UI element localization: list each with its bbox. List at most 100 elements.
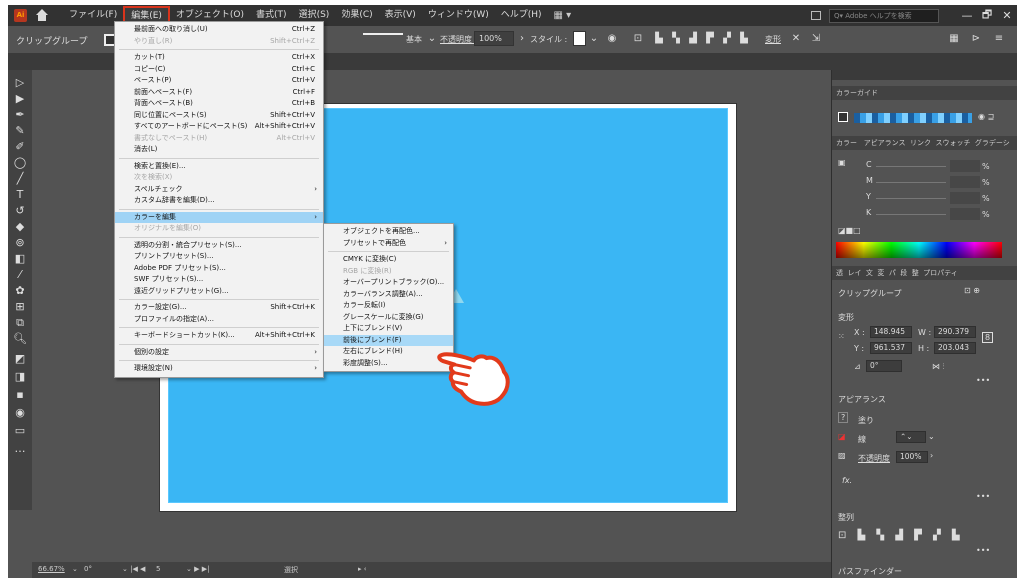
m-field[interactable] <box>950 176 980 188</box>
tab-path[interactable]: パ <box>889 269 896 277</box>
selection-tool-icon[interactable]: ▷ <box>12 76 28 90</box>
stroke-profile-preview[interactable] <box>363 33 403 35</box>
type-tool-icon[interactable]: T <box>12 188 28 202</box>
pen-tool-icon[interactable]: ✒ <box>12 108 28 122</box>
flip-icons[interactable]: ⋈ ⫶ <box>932 362 945 372</box>
stroke-weight-field[interactable]: ⌃⌄ <box>896 431 926 443</box>
tab-character[interactable]: 文 <box>866 269 873 277</box>
swap-fill-stroke-icon[interactable]: ◨ <box>12 370 28 384</box>
edit-menu-item-34[interactable]: 環境設定(N) › <box>115 363 323 375</box>
chevron-down-icon[interactable]: ⌄ <box>928 432 935 441</box>
style-swatch[interactable] <box>573 31 586 46</box>
graph-tool-icon[interactable]: ⊞ <box>12 300 28 314</box>
align-to-icon[interactable]: ⊡ <box>632 33 644 45</box>
stroke-profile-label[interactable]: 基本 <box>406 34 422 45</box>
panel-toggle-icon[interactable]: ⊳ <box>970 33 982 45</box>
tab-transparency[interactable]: 透 <box>836 269 843 277</box>
edit-menu-item-32[interactable]: 個別の設定 › <box>115 347 323 359</box>
chevron-right-icon[interactable]: › <box>930 451 933 460</box>
align-center-icon[interactable]: ▚ <box>670 33 682 45</box>
edit-menu-item-3[interactable]: カット(T) Ctrl+X <box>115 52 323 64</box>
isolate-group-icon[interactable]: ⊡ ⊕ <box>964 286 980 295</box>
color-mode-icon[interactable]: ▪ <box>12 388 28 402</box>
workspace-switcher-icon[interactable]: ▦ ▾ <box>554 10 572 21</box>
tab-paragraph[interactable]: 段 <box>900 269 907 277</box>
zoom-tool-icon[interactable]: 🔍︎ <box>12 332 28 346</box>
artboard-tool-icon[interactable]: ⧉ <box>12 316 28 330</box>
opacity-link[interactable]: 不透明度 <box>858 453 890 464</box>
ellipse-tool-icon[interactable]: ◯ <box>12 156 28 170</box>
align-right-icon[interactable]: ▟ <box>687 33 699 45</box>
k-field[interactable] <box>950 208 980 220</box>
c-slider[interactable] <box>876 166 946 167</box>
close-icon[interactable]: ✕ <box>997 9 1017 22</box>
curvature-tool-icon[interactable]: ✎ <box>12 124 28 138</box>
tab-gradient[interactable]: グラデーシ <box>975 139 1010 147</box>
tab-appearance[interactable]: アピアランス <box>864 139 906 147</box>
anchor-tool-icon[interactable]: ✐ <box>12 140 28 154</box>
edit-menu-item-11[interactable]: 消去(L) <box>115 144 323 156</box>
edit-menu-item-24[interactable]: SWF プリセット(S)... <box>115 274 323 286</box>
edit-menu-item-21[interactable]: 透明の分割・統合プリセット(S)... <box>115 240 323 252</box>
color-guide-title[interactable]: カラーガイド <box>836 89 878 97</box>
edit-colors-item-8[interactable]: グレースケールに変換(G) <box>324 312 453 324</box>
color-guide-header[interactable]: カラーガイド <box>832 86 1017 100</box>
edit-menu-item-0[interactable]: 最前面への取り消し(U) Ctrl+Z <box>115 24 323 36</box>
edit-colors-item-7[interactable]: カラー反転(I) <box>324 300 453 312</box>
more-transform-icon[interactable]: ••• <box>976 376 990 385</box>
align-middle-icon[interactable]: ▞ <box>721 33 733 45</box>
edit-colors-item-1[interactable]: プリセットで再配色 › <box>324 238 453 250</box>
tab-color[interactable]: カラー <box>836 139 857 147</box>
align-left-icon[interactable]: ▙ <box>653 33 665 45</box>
edit-menu-item-18[interactable]: カラーを編集 › <box>115 211 323 223</box>
rotation-field[interactable]: 0° <box>84 565 92 573</box>
edit-menu-item-23[interactable]: Adobe PDF プリセット(S)... <box>115 263 323 275</box>
edit-menu-item-22[interactable]: プリントプリセット(S)... <box>115 251 323 263</box>
artboard-nav-prev-icon[interactable]: ⌄ |◀ ◀ <box>122 565 145 573</box>
menu-view[interactable]: 表示(V) <box>379 5 422 26</box>
isolate-icon[interactable]: ✕ <box>790 33 802 45</box>
edit-colors-item-0[interactable]: オブジェクトを再配色... <box>324 226 453 238</box>
draw-mode-icon[interactable]: ◉ <box>12 406 28 420</box>
symbol-sprayer-tool-icon[interactable]: ✿ <box>12 284 28 298</box>
c-field[interactable] <box>950 160 980 172</box>
tab-transform[interactable]: 変 <box>877 269 884 277</box>
edit-menu-item-28[interactable]: プロファイルの指定(A)... <box>115 314 323 326</box>
edit-menu-item-16[interactable]: カスタム辞書を編集(D)... <box>115 195 323 207</box>
edit-colors-item-11[interactable]: 左右にブレンド(H) <box>324 346 453 358</box>
harmony-rules-icon[interactable]: ◉ ⊒ <box>978 112 994 121</box>
m-slider[interactable] <box>876 182 946 183</box>
align-top-icon[interactable]: ▛ <box>704 33 716 45</box>
eyedropper-tool-icon[interactable]: ⁄ <box>12 268 28 282</box>
minimize-icon[interactable]: — <box>957 9 977 22</box>
rotate-tool-icon[interactable]: ↺ <box>12 204 28 218</box>
pencil-tool-icon[interactable]: ╱ <box>12 172 28 186</box>
eraser-tool-icon[interactable]: ◆ <box>12 220 28 234</box>
artboard-nav-next-icon[interactable]: ⌄ ▶ ▶| <box>186 565 209 573</box>
align-bottom-icon[interactable]: ▙ <box>738 33 750 45</box>
y-slider[interactable] <box>876 198 946 199</box>
color-spectrum[interactable] <box>836 242 1002 258</box>
status-arrows-icon[interactable]: ▸ ‹ <box>358 565 367 573</box>
shape-builder-tool-icon[interactable]: ◧ <box>12 252 28 266</box>
more-tools-icon[interactable]: … <box>12 442 28 456</box>
edit-colors-item-6[interactable]: カラーバランス調整(A)... <box>324 289 453 301</box>
menu-icon[interactable]: ≡ <box>993 33 1005 45</box>
direct-selection-tool-icon[interactable]: ▶ <box>12 92 28 106</box>
reference-point-icon[interactable]: ⁙ <box>838 332 845 341</box>
edit-colors-item-3[interactable]: CMYK に変換(C) <box>324 254 453 266</box>
tab-properties[interactable]: プロパティ <box>923 269 958 277</box>
base-color-swatch[interactable] <box>838 112 848 122</box>
recolor-icon[interactable]: ◉ <box>606 33 618 45</box>
opacity-field[interactable]: 100% <box>474 31 514 46</box>
edit-menu-item-30[interactable]: キーボードショートカット(K)... Alt+Shift+Ctrl+K <box>115 330 323 342</box>
home-icon[interactable] <box>35 8 49 23</box>
y-field[interactable]: 961.537 <box>870 342 912 354</box>
edit-menu-item-5[interactable]: ペースト(P) Ctrl+V <box>115 75 323 87</box>
edit-menu-item-8[interactable]: 同じ位置にペースト(S) Shift+Ctrl+V <box>115 110 323 122</box>
align-icons[interactable]: ⊡ ▙ ▚ ▟ ▛ ▞ ▙ <box>838 530 964 541</box>
fill-stroke-icon[interactable]: ◩ <box>12 352 28 366</box>
arrange-documents-icon[interactable] <box>811 11 821 20</box>
edit-colors-item-5[interactable]: オーバープリントブラック(O)... <box>324 277 453 289</box>
edit-colors-item-9[interactable]: 上下にブレンド(V) <box>324 323 453 335</box>
